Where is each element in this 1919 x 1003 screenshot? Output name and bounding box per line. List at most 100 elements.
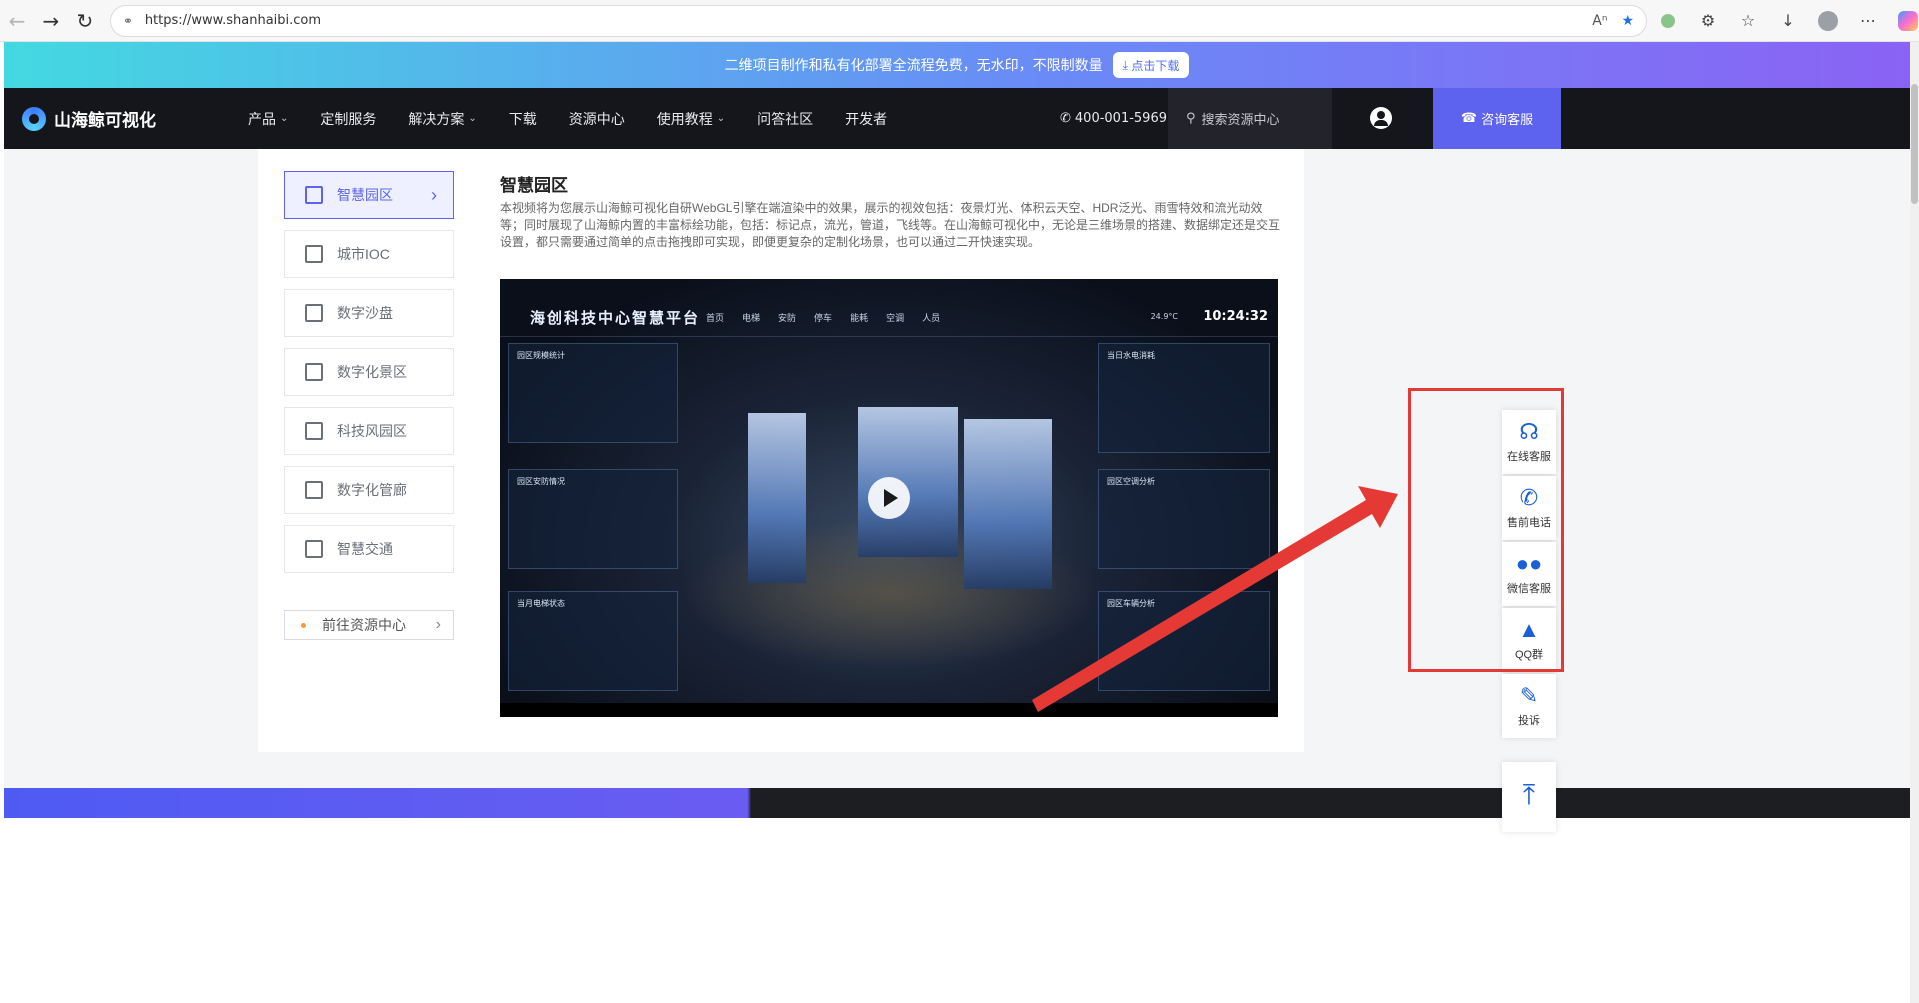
sidebar-item-scenic[interactable]: 数字化景区	[284, 348, 454, 396]
panel-title: 园区安防情况	[517, 477, 565, 486]
page-scrollbar[interactable]	[1910, 42, 1919, 1003]
sandbox-icon	[305, 304, 323, 322]
downloads-icon[interactable]: ↓	[1777, 10, 1799, 32]
panel-title: 当日水电消耗	[1107, 351, 1155, 360]
nav-item-resources[interactable]: 资源中心	[553, 109, 641, 129]
browser-toolbar: ← → ↻ ⚭ https://www.shanhaibi.com Aⁿ ★ ⚙…	[0, 0, 1919, 42]
nav-label: 资源中心	[568, 110, 625, 127]
back-to-top-icon: ⤒	[1522, 779, 1536, 810]
search-icon: ⚲	[1186, 111, 1196, 126]
promo-text: 二维项目制作和私有化部署全流程免费，无水印，不限制数量	[724, 57, 1103, 73]
nav-label: 定制服务	[320, 110, 377, 127]
reload-icon[interactable]: ↻	[68, 4, 102, 38]
search-input[interactable]: ⚲ 搜索资源中心	[1168, 88, 1332, 149]
phone-icon: ✆	[1060, 111, 1071, 126]
extensions-icon[interactable]: ⚙	[1697, 10, 1719, 32]
video-building	[748, 413, 806, 583]
promo-banner: 二维项目制作和私有化部署全流程免费，无水印，不限制数量 ⤓ 点击下载	[4, 42, 1910, 88]
nav-item-developer[interactable]: 开发者	[829, 109, 903, 129]
chevron-right-icon: ›	[431, 184, 437, 205]
download-label: 点击下载	[1131, 58, 1180, 73]
user-avatar-icon[interactable]	[1370, 107, 1392, 129]
video-player[interactable]: 海创科技中心智慧平台 首页 电梯 安防 停车 能耗 空调 人员 24.9°C 1…	[500, 279, 1278, 717]
sidebar-item-label: 智慧园区	[337, 187, 393, 203]
sidebar-item-label: 数字沙盘	[337, 305, 393, 321]
nav-label: 下载	[508, 110, 537, 127]
video-panel-parking: 园区车辆分析	[1098, 591, 1270, 691]
favorites-icon[interactable]: ☆	[1737, 10, 1759, 32]
copilot-icon[interactable]	[1897, 10, 1919, 32]
download-button[interactable]: ⤓ 点击下载	[1112, 52, 1190, 78]
nav-item-product[interactable]: 产品 ⌄	[232, 109, 304, 129]
video-clock: 10:24:32	[1203, 309, 1268, 324]
nav-item-solutions[interactable]: 解决方案 ⌄	[392, 109, 492, 129]
case-sidebar: 智慧园区 › 城市IOC 数字沙盘 数字化景区 科技风园区 数字化管廊 智慧交通	[284, 171, 454, 584]
scenic-icon	[305, 363, 323, 381]
resource-link-label: 前往资源中心	[322, 617, 406, 633]
main-nav: 山海鲸可视化 产品 ⌄ 定制服务 解决方案 ⌄ 下载 资源中心 使用教程 ⌄ 问答社区…	[4, 88, 1910, 149]
video-building	[858, 407, 958, 557]
nav-label: 开发者	[845, 110, 888, 127]
extension-green-icon[interactable]	[1657, 10, 1679, 32]
video-tab: 首页	[706, 314, 725, 324]
favorite-star-icon[interactable]: ★	[1621, 13, 1634, 29]
video-panel-security: 园区安防情况	[508, 469, 678, 569]
resource-center-link[interactable]: 前往资源中心 ›	[284, 610, 454, 640]
video-tab: 人员	[922, 314, 941, 324]
footer-band	[4, 788, 1910, 818]
forward-icon[interactable]: →	[34, 4, 68, 38]
content-card: 智慧园区 › 城市IOC 数字沙盘 数字化景区 科技风园区 数字化管廊 智慧交通…	[258, 149, 1304, 752]
logo[interactable]: 山海鲸可视化	[22, 106, 232, 131]
video-building	[964, 419, 1052, 589]
complaint-button[interactable]: ✎ 投诉	[1502, 674, 1556, 738]
chevron-down-icon: ⌄	[280, 113, 289, 124]
back-icon[interactable]: ←	[0, 4, 34, 38]
headset-icon: ☎	[1460, 111, 1482, 126]
scroll-thumb[interactable]	[1911, 84, 1918, 204]
sidebar-item-traffic[interactable]: 智慧交通	[284, 525, 454, 573]
nav-label: 问答社区	[757, 110, 814, 127]
below-fold	[4, 818, 1910, 1003]
sidebar-item-tech-park[interactable]: 科技风园区	[284, 407, 454, 455]
more-icon[interactable]: ⋯	[1857, 10, 1879, 32]
panel-title: 园区车辆分析	[1107, 599, 1155, 608]
lock-icon: ⚭	[122, 13, 133, 28]
video-dashboard-header: 海创科技中心智慧平台 首页 电梯 安防 停车 能耗 空调 人员 24.9°C 1…	[500, 297, 1278, 337]
nav-item-tutorials[interactable]: 使用教程 ⌄	[641, 109, 741, 129]
video-panel-water: 当日水电消耗	[1098, 343, 1270, 453]
chevron-down-icon: ⌄	[716, 113, 726, 124]
address-bar[interactable]: ⚭ https://www.shanhaibi.com Aⁿ ★	[109, 4, 1647, 37]
web-page: 二维项目制作和私有化部署全流程免费，无水印，不限制数量 ⤓ 点击下载 山海鲸可视…	[4, 42, 1910, 1003]
url-text[interactable]: https://www.shanhaibi.com	[145, 13, 1592, 28]
play-button-icon[interactable]	[868, 477, 910, 519]
back-to-top-button[interactable]: ⤒	[1502, 762, 1556, 832]
panel-title: 当月电梯状态	[517, 599, 565, 608]
nav-label: 使用教程	[656, 110, 713, 127]
video-bottom-bar	[500, 703, 1278, 717]
nav-item-community[interactable]: 问答社区	[741, 109, 829, 129]
chevron-right-icon: ›	[435, 616, 441, 633]
phone-text: 400-001-5969	[1074, 111, 1167, 126]
sidebar-item-label: 数字化管廊	[337, 482, 407, 498]
sidebar-item-smart-park[interactable]: 智慧园区 ›	[284, 171, 454, 219]
building-icon	[305, 186, 323, 204]
nav-label: 产品	[248, 110, 276, 127]
consult-button[interactable]: ☎ 咨询客服	[1433, 88, 1561, 149]
city-icon	[305, 245, 323, 263]
traffic-icon	[305, 540, 323, 558]
video-dashboard-title: 海创科技中心智慧平台	[530, 309, 701, 327]
annotation-highlight-box	[1408, 388, 1564, 672]
sidebar-item-city-ioc[interactable]: 城市IOC	[284, 230, 454, 278]
video-tab: 安防	[778, 314, 797, 324]
profile-icon[interactable]	[1817, 10, 1839, 32]
video-panel-elevator: 当月电梯状态	[508, 591, 678, 691]
sidebar-item-sandbox[interactable]: 数字沙盘	[284, 289, 454, 337]
phone-number[interactable]: ✆ 400-001-5969	[1060, 88, 1167, 149]
video-weather: 24.9°C	[1150, 312, 1178, 321]
orange-dot-icon	[301, 622, 306, 628]
read-aloud-icon[interactable]: Aⁿ	[1592, 13, 1607, 29]
nav-item-download[interactable]: 下载	[493, 109, 553, 129]
article-body: 本视频将为您展示山海鲸可视化自研WebGL引擎在端渲染中的效果，展示的视效包括：…	[500, 201, 1281, 249]
sidebar-item-pipe-gallery[interactable]: 数字化管廊	[284, 466, 454, 514]
nav-item-custom[interactable]: 定制服务	[304, 109, 392, 129]
